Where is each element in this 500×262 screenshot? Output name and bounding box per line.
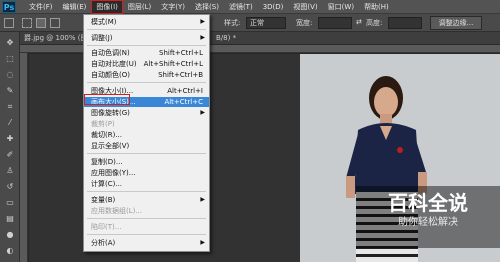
options-bar: 样式: 正常 宽度: ⇄ 高度: 调整边缘... [0,14,500,32]
menu-option-reveal-all[interactable]: 显示全部(V) [84,141,209,151]
submenu-arrow-icon: ▶ [200,196,205,203]
menu-edit[interactable]: 编辑(E) [58,0,92,14]
move-tool-icon[interactable]: ✥ [4,38,16,48]
dodge-tool-icon[interactable]: ◐ [4,246,16,256]
menu-option-duplicate[interactable]: 复制(D)... [84,157,209,167]
menu-layer[interactable]: 图层(L) [123,0,156,14]
menu-option-trap: 陷印(T)... [91,223,122,231]
menu-separator [87,153,206,154]
menu-separator [87,234,206,235]
subtract-selection-icon[interactable] [50,18,60,28]
menu-option-auto-contrast[interactable]: 自动对比度(U) Alt+Shift+Ctrl+L [84,59,209,69]
vertical-ruler [20,53,28,262]
menu-option-calculations[interactable]: 计算(C)... [84,179,209,189]
submenu-arrow-icon: ▶ [200,34,205,41]
quick-select-icon[interactable]: ✎ [4,86,16,96]
crop-tool-icon[interactable]: ⌗ [4,102,16,112]
image-menu-dropdown: 模式(M) ▶ 调整(J) ▶ 自动色调(N) Shift+Ctrl+L 自动对比度(… [83,14,210,252]
menu-view[interactable]: 视图(V) [288,0,322,14]
refine-edge-button[interactable]: 调整边缘... [430,16,482,30]
submenu-arrow-icon: ▶ [200,18,205,25]
menu-select[interactable]: 选择(S) [190,0,224,14]
eyedropper-icon[interactable]: ⁄ [4,118,16,128]
menu-option-auto-color[interactable]: 自动颜色(O) Shift+Ctrl+B [84,70,209,80]
tools-panel: ✥ ⬚ ◌ ✎ ⌗ ⁄ ✚ ✐ ♙ ↺ ▭ ▤ ● ◐ [0,32,20,262]
marquee-tool-icon[interactable]: ⬚ [4,54,16,64]
style-select[interactable]: 正常 [246,17,286,29]
menu-filter[interactable]: 滤镜(T) [224,0,258,14]
submenu-arrow-icon: ▶ [200,239,205,246]
menu-separator [87,45,206,46]
marquee-tool-icon[interactable] [4,18,14,28]
menu-option-variables[interactable]: 变量(B) ▶ [84,195,209,205]
healing-brush-icon[interactable]: ✚ [4,134,16,144]
width-input[interactable] [318,17,352,29]
style-label: 样式: [224,19,241,27]
menu-option-image-rotation[interactable]: 图像旋转(G) ▶ [84,108,209,118]
document-tab-suffix: B/8) * [216,34,237,42]
menu-separator [87,82,206,83]
menu-3d[interactable]: 3D(D) [258,0,289,14]
menu-separator [87,191,206,192]
menu-option-auto-tone[interactable]: 自动色调(N) Shift+Ctrl+L [84,48,209,58]
swap-icon[interactable]: ⇄ [356,18,362,26]
menu-type[interactable]: 文字(Y) [156,0,190,14]
menu-separator [87,29,206,30]
menu-file[interactable]: 文件(F) [24,0,58,14]
menu-option-trim[interactable]: 裁切(R)... [84,130,209,140]
watermark: 百科全说 助你轻松解决 [356,186,500,248]
photoshop-window: Ps 文件(F) 编辑(E) 图像(I) 图层(L) 文字(Y) 选择(S) 滤… [0,0,500,262]
menu-option-analysis[interactable]: 分析(A) ▶ [84,238,209,248]
menu-option-mode[interactable]: 模式(M) ▶ [84,17,209,27]
highlight-marker [84,94,130,105]
width-label: 宽度: [296,19,313,27]
menu-window[interactable]: 窗口(W) [323,0,359,14]
menu-image[interactable]: 图像(I) [91,0,123,14]
menu-option-apply-data-set: 应用数据组(L)... [91,207,143,215]
menu-option-adjustments[interactable]: 调整(J) ▶ [84,33,209,43]
eraser-tool-icon[interactable]: ▭ [4,198,16,208]
lasso-tool-icon[interactable]: ◌ [4,70,16,80]
ps-logo-icon: Ps [2,1,16,13]
new-selection-icon[interactable] [22,18,32,28]
menu-help[interactable]: 帮助(H) [359,0,394,14]
watermark-subtitle: 助你轻松解决 [398,217,458,228]
height-label: 高度: [366,19,383,27]
watermark-title: 百科全说 [388,191,468,215]
menu-option-crop: 裁剪(P) [91,120,115,128]
clone-stamp-icon[interactable]: ♙ [4,166,16,176]
add-selection-icon[interactable] [36,18,46,28]
submenu-arrow-icon: ▶ [200,109,205,116]
blur-tool-icon[interactable]: ● [4,230,16,240]
gradient-tool-icon[interactable]: ▤ [4,214,16,224]
menu-bar: Ps 文件(F) 编辑(E) 图像(I) 图层(L) 文字(Y) 选择(S) 滤… [0,0,500,14]
menu-option-apply-image[interactable]: 应用图像(Y)... [84,168,209,178]
brush-tool-icon[interactable]: ✐ [4,150,16,160]
menu-items: 文件(F) 编辑(E) 图像(I) 图层(L) 文字(Y) 选择(S) 滤镜(T… [24,0,394,14]
history-brush-icon[interactable]: ↺ [4,182,16,192]
height-input[interactable] [388,17,422,29]
menu-separator [87,218,206,219]
